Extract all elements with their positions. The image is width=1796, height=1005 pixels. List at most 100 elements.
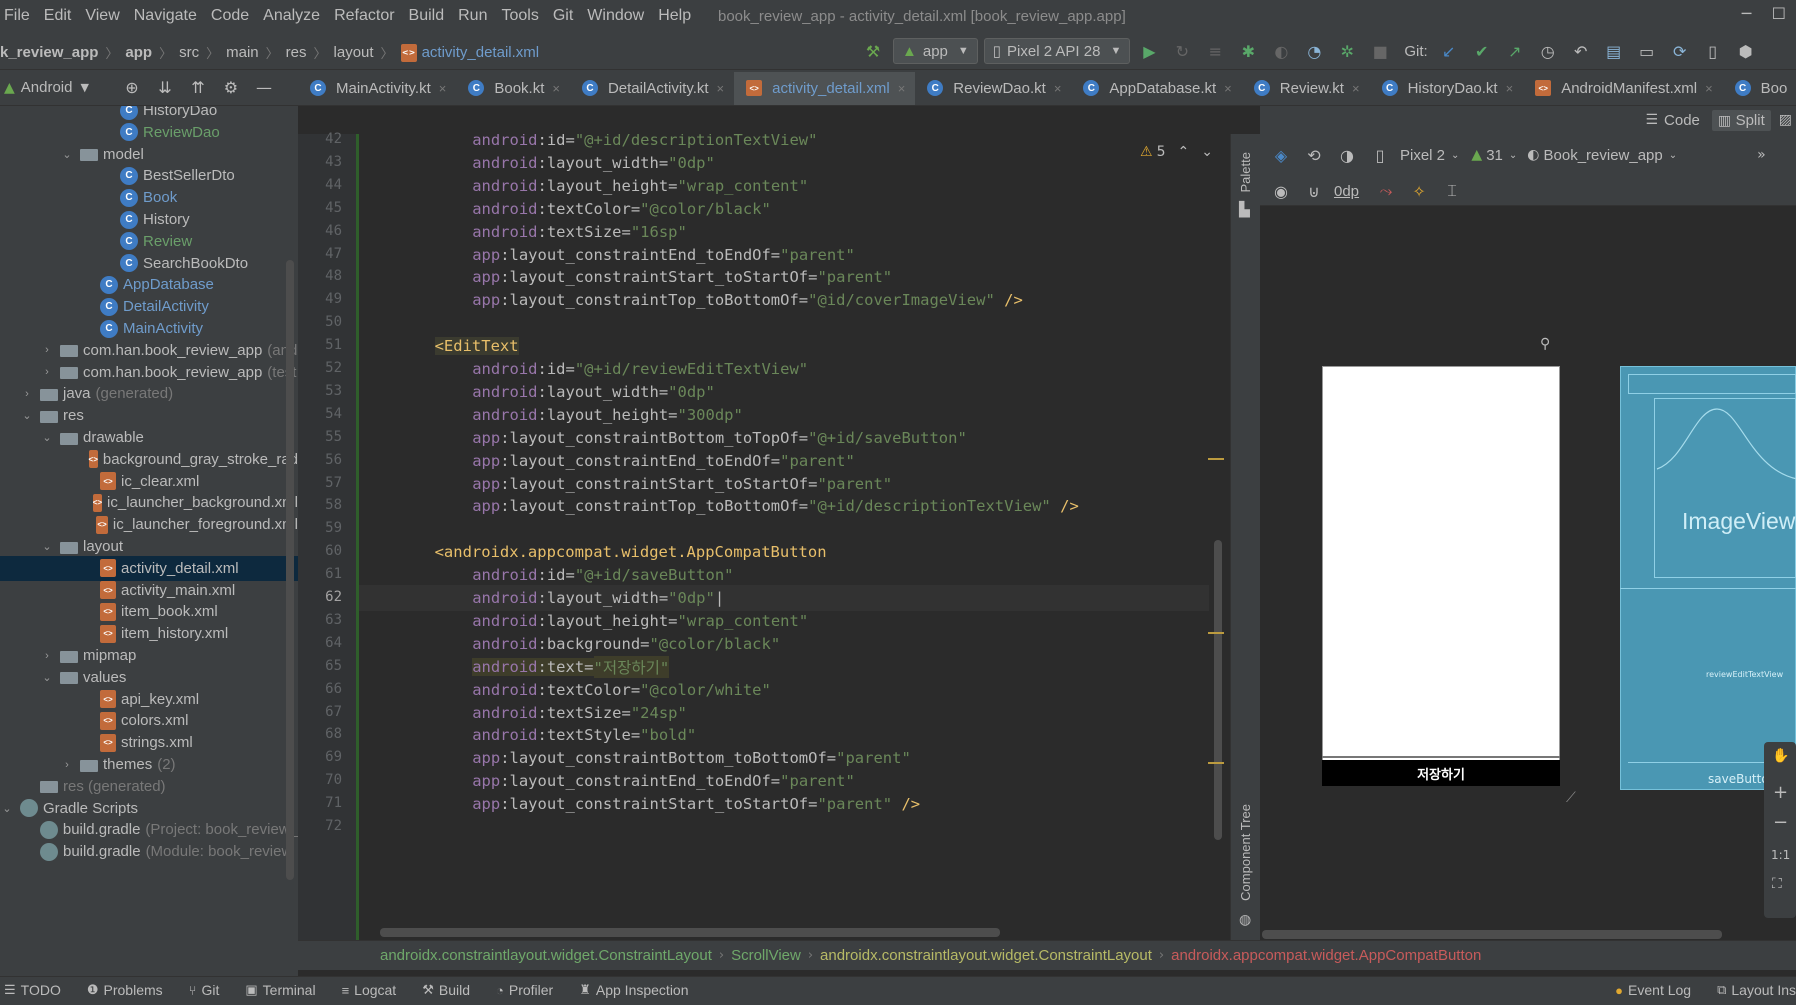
theme-selector[interactable]: Book_review_app — [1544, 147, 1663, 164]
gear-icon[interactable]: ⚙ — [218, 75, 244, 101]
sdk-manager-icon[interactable]: ⬢ — [1733, 38, 1759, 64]
clear-constraints-icon[interactable]: ⤳ — [1373, 178, 1399, 204]
menu-help[interactable]: Help — [658, 7, 691, 25]
close-icon[interactable]: × — [898, 81, 906, 96]
structure-crumb[interactable]: ScrollView — [731, 947, 801, 964]
menu-edit[interactable]: Edit — [44, 7, 72, 25]
event-log-button[interactable]: ● Event Log — [1615, 982, 1691, 998]
guidelines-icon[interactable]: ⌶ — [1439, 178, 1465, 204]
magnet-icon[interactable]: ⊍ — [1301, 178, 1327, 204]
chevron-down-icon[interactable]: ⌄ — [40, 431, 54, 444]
tool-button-app-inspection[interactable]: ♜ App Inspection — [579, 982, 688, 998]
more-icon[interactable]: » — [1757, 147, 1766, 163]
zoom-in-icon[interactable]: + — [1773, 782, 1788, 803]
breadcrumb-item[interactable]: res — [286, 44, 307, 61]
breadcrumb-item[interactable]: activity_detail.xml — [422, 44, 540, 61]
device-dropdown[interactable]: ▯ Pixel 2 API 28 ▼ — [983, 38, 1131, 64]
chevron-down-icon[interactable]: ⌄ — [1509, 150, 1517, 161]
menu-navigate[interactable]: Navigate — [134, 7, 197, 25]
breadcrumb-item[interactable]: k_review_app — [0, 44, 98, 61]
menu-analyze[interactable]: Analyze — [263, 7, 320, 25]
debug-icon[interactable]: ✱ — [1235, 38, 1261, 64]
close-icon[interactable]: × — [1506, 81, 1514, 96]
editor-tab[interactable]: C HistoryDao.kt × — [1370, 70, 1524, 105]
menu-code[interactable]: Code — [211, 7, 249, 25]
code-editor[interactable]: android:id= "@+id/descriptionTextView" and… — [359, 134, 1209, 940]
chevron-down-icon[interactable]: ⌄ — [40, 671, 54, 684]
editor-tab[interactable]: <> AndroidManifest.xml × — [1523, 70, 1722, 105]
close-icon[interactable]: × — [552, 81, 560, 96]
design-view-icon[interactable]: ▨ — [1779, 112, 1792, 128]
run-config-dropdown[interactable]: ▲ app ▼ — [893, 38, 978, 64]
chevron-down-icon[interactable]: ⌄ — [1451, 150, 1459, 161]
structure-crumb[interactable]: androidx.appcompat.widget.AppCompatButto… — [1171, 947, 1481, 964]
close-icon[interactable]: × — [1224, 81, 1232, 96]
tree-item[interactable]: build.gradle (Module: book_review — [0, 839, 298, 864]
chevron-down-icon[interactable]: ▼ — [80, 81, 88, 94]
coverage-icon[interactable]: ◐ — [1268, 38, 1294, 64]
close-icon[interactable]: × — [1705, 81, 1713, 96]
infer-constraints-icon[interactable]: ✧ — [1406, 178, 1432, 204]
minimize-icon[interactable]: ─ ☐ — [1742, 4, 1786, 23]
menu-refactor[interactable]: Refactor — [334, 7, 394, 25]
chevron-down-icon[interactable]: ⌄ — [0, 802, 14, 815]
stop-icon[interactable]: ■ — [1367, 38, 1393, 64]
attach-debugger-icon[interactable]: ✲ — [1334, 38, 1360, 64]
chevron-right-icon[interactable]: › — [40, 650, 54, 662]
breadcrumb-item[interactable]: layout — [334, 44, 374, 61]
preview-save-button[interactable]: 저장하기 — [1322, 760, 1560, 786]
git-commit-icon[interactable]: ✔ — [1469, 38, 1495, 64]
menu-tools[interactable]: Tools — [501, 7, 538, 25]
chevron-right-icon[interactable]: › — [20, 388, 34, 400]
run-icon[interactable]: ▶ — [1136, 38, 1162, 64]
design-scrollbar[interactable] — [1262, 930, 1722, 939]
error-stripe-mark[interactable] — [1208, 632, 1224, 634]
chevron-down-icon[interactable]: ⌄ — [20, 409, 34, 422]
component-tree-tab[interactable]: Component Tree — [1238, 804, 1253, 901]
breadcrumb-item[interactable]: app — [125, 44, 152, 61]
tool-button-build[interactable]: ⚒ Build — [422, 982, 470, 998]
close-icon[interactable]: × — [1352, 81, 1360, 96]
zoom-out-icon[interactable]: − — [1773, 812, 1788, 833]
zoom-actual-icon[interactable]: 1:1 — [1771, 848, 1790, 862]
structure-crumb[interactable]: androidx.constraintlayout.widget.Constra… — [380, 947, 712, 964]
chevron-down-icon[interactable]: ⌄ — [1669, 150, 1677, 161]
chevron-down-icon[interactable]: ⌄ — [40, 540, 54, 553]
orientation-icon[interactable]: ⟲ — [1301, 142, 1327, 168]
apply-changes-icon[interactable]: ≡ — [1202, 38, 1228, 64]
menu-run[interactable]: Run — [458, 7, 487, 25]
api-selector[interactable]: 31 — [1486, 147, 1503, 164]
resize-handle-icon[interactable]: ⟋ — [1566, 790, 1576, 806]
locate-icon[interactable]: ⊕ — [119, 75, 145, 101]
default-margin-selector[interactable]: 0dp — [1334, 183, 1359, 200]
expand-all-icon[interactable]: ⇊ — [152, 75, 178, 101]
project-view-selector[interactable]: Android — [21, 79, 73, 96]
editor-tab[interactable]: C Boo — [1723, 70, 1796, 105]
tool-button-problems[interactable]: ❶ Problems — [87, 982, 163, 998]
avd-manager-icon[interactable]: ▭ — [1634, 38, 1660, 64]
split-view-button[interactable]: ▥ Split — [1711, 109, 1771, 131]
editor-tab[interactable]: C DetailActivity.kt × — [570, 70, 734, 105]
profile-icon[interactable]: ◔ — [1301, 38, 1327, 64]
chevron-right-icon[interactable]: › — [60, 759, 74, 771]
sync-gradle-icon[interactable]: ⟳ — [1667, 38, 1693, 64]
pan-icon[interactable]: ✋ — [1772, 748, 1789, 764]
inspection-widget[interactable]: ⚠ 5 ⌃ ⌄ — [1140, 144, 1213, 160]
collapse-all-icon[interactable]: ⇈ — [185, 75, 211, 101]
chevron-right-icon[interactable]: › — [40, 344, 54, 356]
breadcrumb-item[interactable]: src — [179, 44, 199, 61]
git-update-icon[interactable]: ↙ — [1436, 38, 1462, 64]
error-stripe-mark[interactable] — [1208, 458, 1224, 460]
editor-tab[interactable]: <> activity_detail.xml × — [734, 71, 916, 105]
hide-icon[interactable]: — — [251, 75, 277, 101]
rerun-icon[interactable]: ↻ — [1169, 38, 1195, 64]
layers-icon[interactable]: ◈ — [1268, 142, 1294, 168]
editor-tab[interactable]: C MainActivity.kt × — [298, 70, 456, 105]
device-selector[interactable]: Pixel 2 — [1400, 147, 1445, 164]
code-view-button[interactable]: Code — [1664, 112, 1700, 129]
tool-button-logcat[interactable]: ≡ Logcat — [342, 982, 397, 998]
menu-view[interactable]: View — [85, 7, 119, 25]
chevron-up-icon[interactable]: ⌃ — [1177, 144, 1189, 160]
menu-build[interactable]: Build — [409, 7, 445, 25]
close-icon[interactable]: × — [439, 81, 447, 96]
